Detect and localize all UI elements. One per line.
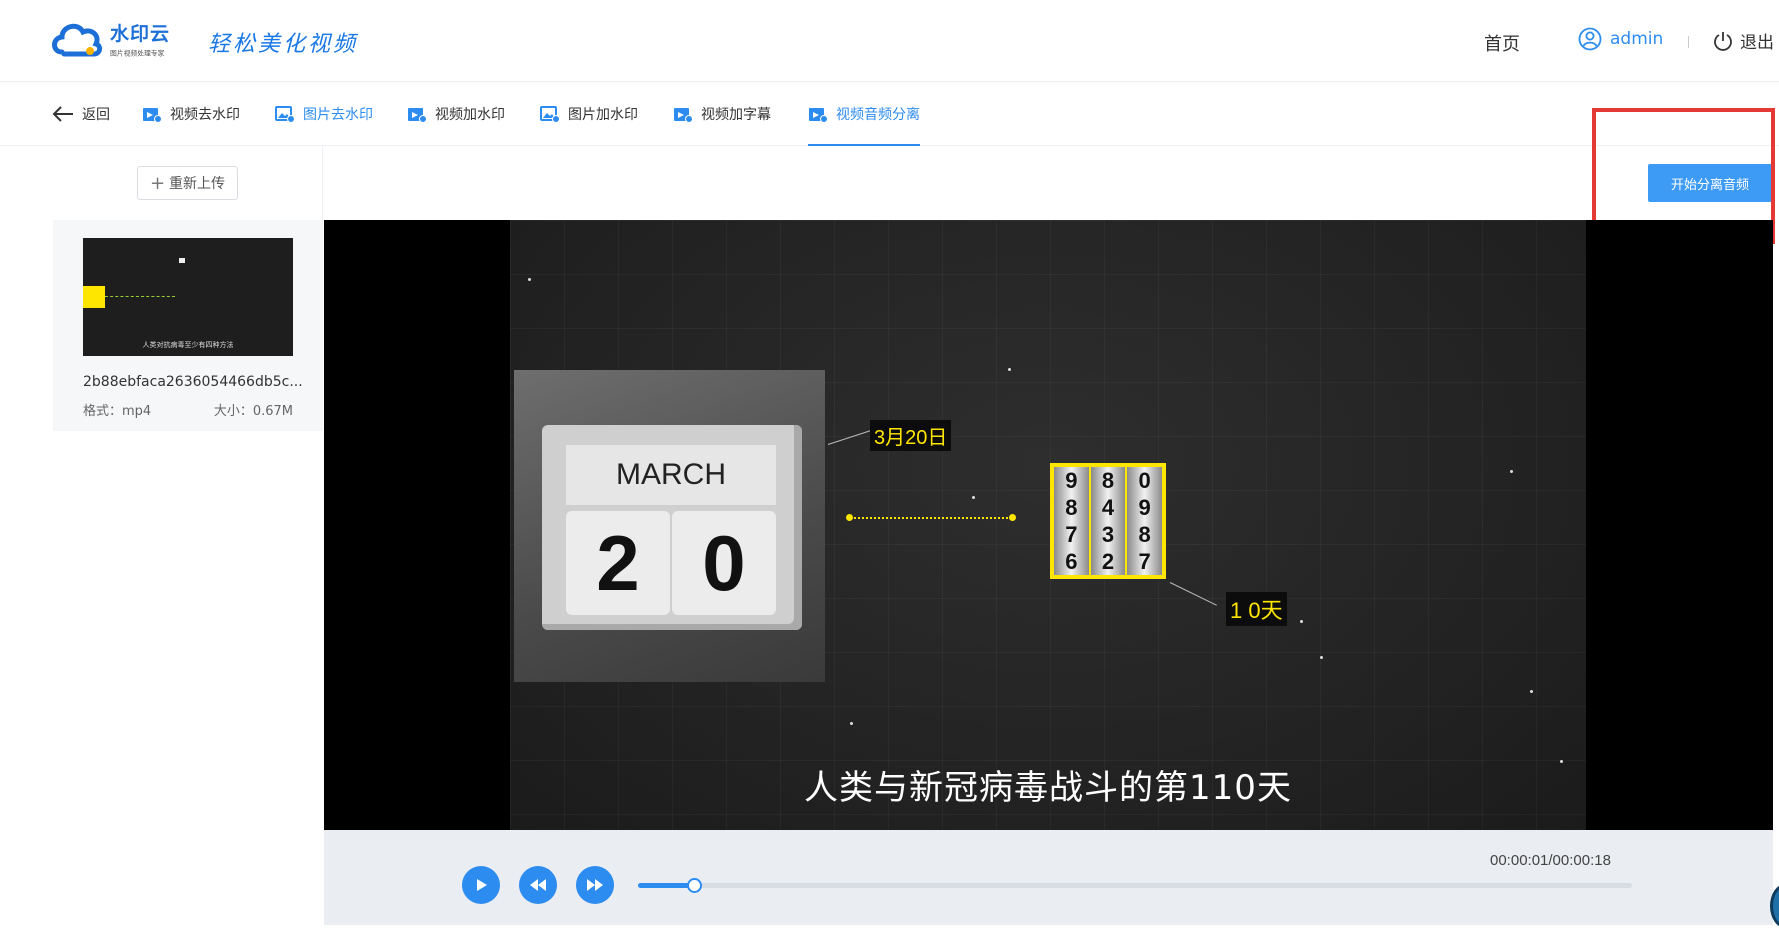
- play-button[interactable]: [462, 866, 500, 904]
- tab-label: 图片去水印: [303, 107, 373, 123]
- counter-digit: 8: [1101, 467, 1115, 493]
- counter-digit: 9: [1138, 494, 1151, 520]
- counter-wheel: 0 9 8 7: [1127, 467, 1163, 575]
- power-icon: [1714, 31, 1732, 51]
- video-icon: [143, 108, 162, 123]
- rewind-button[interactable]: [519, 866, 557, 904]
- plus-icon: +: [149, 172, 166, 194]
- header-divider: [1688, 36, 1689, 48]
- rewind-icon: [530, 879, 546, 891]
- timecode: 00:00:01/00:00:18: [1490, 852, 1611, 869]
- day-counter: 9 8 7 6 8 4 3 2 0 9 8 7: [1050, 463, 1166, 579]
- star: [1300, 620, 1303, 623]
- logout-label: 退出: [1740, 33, 1774, 53]
- file-size: 大小：0.67M: [213, 404, 293, 419]
- video-frame: MARCH 2 0 3月20日 9 8 7 6 8 4 3 2 0 9 8 7 …: [510, 220, 1586, 830]
- video-subtitle: 人类与新冠病毒战斗的第110天: [804, 768, 1292, 808]
- tab-image-remove-watermark[interactable]: 图片去水印: [275, 82, 373, 146]
- calendar-digit: 0: [672, 511, 776, 615]
- tab-video-remove-watermark[interactable]: 视频去水印: [142, 82, 240, 146]
- cloud-logo-icon: [50, 18, 104, 60]
- star: [1320, 656, 1323, 659]
- reupload-label: 重新上传: [169, 176, 226, 192]
- video-icon: [408, 108, 427, 123]
- counter-digit: 4: [1101, 494, 1115, 520]
- counter-digit: 8: [1138, 521, 1151, 547]
- logo[interactable]: 水印云 图片视频处理专家: [50, 18, 174, 60]
- thumb-line: [105, 296, 175, 297]
- tab-image-add-watermark[interactable]: 图片加水印: [540, 82, 638, 146]
- calendar-block: MARCH 2 0: [542, 425, 802, 630]
- video-icon: [809, 108, 828, 123]
- counter-digit: 2: [1101, 548, 1115, 574]
- fast-forward-icon: [587, 879, 603, 891]
- tab-label: 图片加水印: [568, 107, 638, 123]
- date-label: 3月20日: [870, 420, 952, 451]
- thumb-counter: [83, 286, 105, 308]
- file-format: 格式：mp4: [83, 404, 152, 419]
- tool-tabs: 返回 视频去水印 图片去水印 视频加水印 图片加水印 视频加字幕 视频音频分离: [0, 82, 1779, 146]
- back-button[interactable]: 返回: [52, 82, 110, 146]
- top-header: 水印云 图片视频处理专家 轻松美化视频 首页 admin 退出: [0, 0, 1779, 82]
- user-avatar-icon: [1578, 27, 1602, 51]
- progress-handle[interactable]: [686, 878, 702, 893]
- star: [1510, 470, 1513, 473]
- tab-label: 视频加水印: [435, 107, 505, 123]
- slogan: 轻松美化视频: [208, 32, 359, 57]
- counter-digit: 8: [1065, 494, 1078, 520]
- dotted-connector: [846, 514, 1016, 521]
- star: [850, 722, 853, 725]
- logout-button[interactable]: 退出: [1712, 28, 1774, 53]
- back-label: 返回: [82, 107, 110, 123]
- image-icon: [275, 106, 295, 123]
- tab-label: 视频去水印: [170, 107, 240, 123]
- logo-subtitle: 图片视频处理专家: [110, 49, 165, 58]
- thumbnail-caption: 人类对抗病毒至少有四种方法: [142, 341, 234, 349]
- star: [528, 278, 531, 281]
- star: [1008, 368, 1011, 371]
- progress-fill: [638, 883, 694, 888]
- sidebar-toolbar: + 重新上传: [53, 146, 323, 220]
- file-card[interactable]: 人类对抗病毒至少有四种方法 2b88ebfaca2636054466db5c..…: [53, 220, 323, 419]
- calendar-photo: MARCH 2 0: [514, 370, 825, 682]
- file-name: 2b88ebfaca2636054466db5c...: [83, 374, 303, 390]
- progress-track[interactable]: [638, 878, 1632, 893]
- tab-label: 视频加字幕: [701, 107, 771, 123]
- counter-wheel: 8 4 3 2: [1090, 467, 1126, 575]
- counter-digit: 3: [1101, 521, 1115, 547]
- video-player[interactable]: MARCH 2 0 3月20日 9 8 7 6 8 4 3 2 0 9 8 7 …: [324, 220, 1773, 830]
- tab-label: 视频音频分离: [836, 107, 920, 123]
- arrow-left-icon: [52, 106, 73, 122]
- star: [972, 496, 975, 499]
- image-icon: [540, 106, 560, 123]
- file-meta: 格式：mp4 大小：0.67M: [83, 400, 293, 419]
- star: [1530, 690, 1533, 693]
- counter-digit: 6: [1065, 548, 1078, 574]
- counter-wheel: 9 8 7 6: [1054, 467, 1089, 575]
- file-sidebar: + 重新上传 人类对抗病毒至少有四种方法 2b88ebfaca263605446…: [53, 146, 323, 431]
- logo-title: 水印云: [110, 23, 171, 45]
- play-icon: [477, 879, 487, 891]
- days-label: 1 0天: [1226, 592, 1287, 626]
- video-icon: [674, 108, 693, 123]
- calendar-digit: 2: [566, 511, 670, 615]
- tab-video-audio-separation[interactable]: 视频音频分离: [808, 82, 920, 146]
- counter-digit: 7: [1065, 521, 1078, 547]
- counter-digit: 7: [1138, 548, 1151, 574]
- username: admin: [1610, 29, 1664, 49]
- nav-home-link[interactable]: 首页: [1484, 30, 1520, 56]
- calendar-month: MARCH: [566, 445, 776, 505]
- tab-video-add-watermark[interactable]: 视频加水印: [407, 82, 505, 146]
- player-controls: 00:00:01/00:00:18: [324, 830, 1773, 925]
- main-toolbar: [323, 146, 1779, 220]
- reupload-button[interactable]: + 重新上传: [136, 166, 239, 200]
- counter-digit: 9: [1065, 467, 1078, 493]
- user-menu[interactable]: admin: [1578, 27, 1663, 51]
- video-thumbnail[interactable]: 人类对抗病毒至少有四种方法: [83, 238, 293, 356]
- counter-digit: 0: [1138, 467, 1151, 493]
- thumb-mark: [179, 258, 185, 263]
- tab-video-add-subtitle[interactable]: 视频加字幕: [673, 82, 771, 146]
- fast-forward-button[interactable]: [576, 866, 614, 904]
